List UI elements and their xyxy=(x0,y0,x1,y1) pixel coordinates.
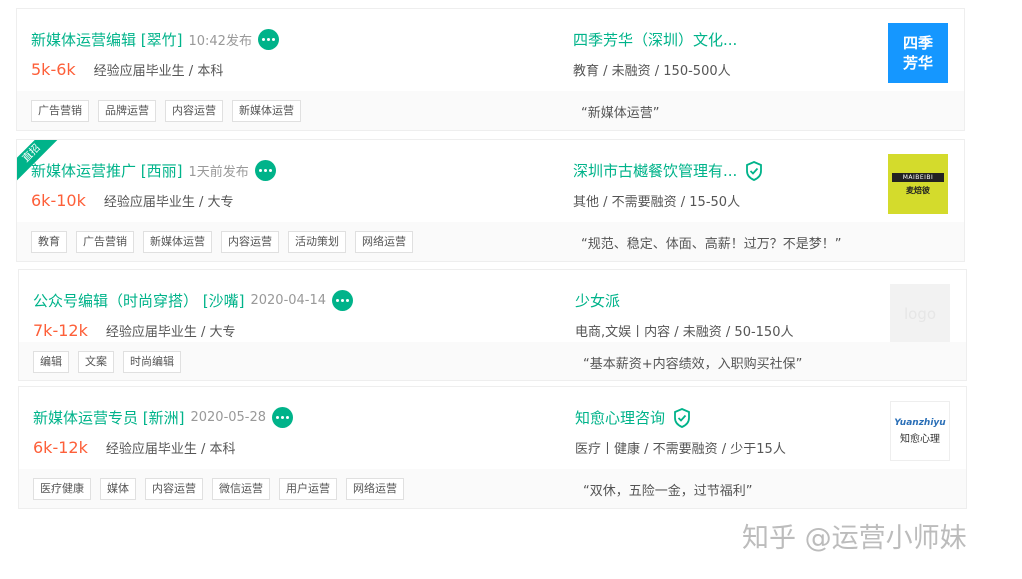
watermark: 知乎 @运营小师妹 xyxy=(742,523,967,554)
company-advantage: “规范、稳定、体面、高薪！过万？不是梦！” xyxy=(581,237,842,252)
tag-list: 广告营销 品牌运营 内容运营 新媒体运营 xyxy=(31,100,301,122)
job-title-link[interactable]: 新媒体运营推广 [西丽] xyxy=(31,160,182,181)
job-tag: 文案 xyxy=(78,351,114,373)
job-title-link[interactable]: 新媒体运营编辑 [翠竹] xyxy=(31,29,182,50)
salary: 6k-10k xyxy=(31,191,86,210)
requirements: 经验应届毕业生 / 大专 xyxy=(105,325,236,340)
company-meta: 医疗丨健康 / 不需要融资 / 少于15人 xyxy=(575,442,786,457)
post-time: 2020-05-28 xyxy=(190,410,267,425)
job-tag: 教育 xyxy=(31,231,67,253)
company-name-link[interactable]: 少女派 xyxy=(575,290,620,311)
company-name-link[interactable]: 知愈心理咨询 xyxy=(575,407,665,428)
salary: 7k-12k xyxy=(33,321,88,340)
job-tag: 品牌运营 xyxy=(98,100,156,122)
verified-shield-icon xyxy=(745,160,763,181)
job-tag: 广告营销 xyxy=(31,100,89,122)
company-advantage: “基本薪资+内容绩效，入职购买社保” xyxy=(583,357,803,372)
job-card[interactable]: 新媒体运营编辑 [翠竹] 10:42发布 5k-6k 经验应届毕业生 / 本科 … xyxy=(16,8,965,131)
salary: 5k-6k xyxy=(31,60,76,79)
job-tag: 医疗健康 xyxy=(33,478,91,500)
job-tag: 内容运营 xyxy=(165,100,223,122)
requirements: 经验应届毕业生 / 本科 xyxy=(105,442,236,457)
company-meta: 电商,文娱丨内容 / 未融资 / 50-150人 xyxy=(575,325,794,340)
job-title-link[interactable]: 新媒体运营专员 [新洲] xyxy=(33,407,184,428)
job-tag: 活动策划 xyxy=(288,231,346,253)
company-name-link[interactable]: 四季芳华（深圳）文化... xyxy=(573,29,737,50)
job-tag: 时尚编辑 xyxy=(123,351,181,373)
tag-list: 医疗健康 媒体 内容运营 微信运营 用户运营 网络运营 xyxy=(33,478,404,500)
job-tag: 新媒体运营 xyxy=(232,100,301,122)
job-card[interactable]: 新媒体运营专员 [新洲] 2020-05-28 6k-12k 经验应届毕业生 /… xyxy=(18,386,967,509)
company-name-link[interactable]: 深圳市古樾餐饮管理有... xyxy=(573,160,737,181)
chat-icon[interactable] xyxy=(254,160,276,181)
job-tag: 广告营销 xyxy=(76,231,134,253)
job-tag: 编辑 xyxy=(33,351,69,373)
job-tag: 内容运营 xyxy=(221,231,279,253)
company-logo[interactable]: Yuanzhiyu 知愈心理 xyxy=(890,401,950,461)
job-card[interactable]: 直招 新媒体运营推广 [西丽] 1天前发布 6k-10k 经验应届毕业生 / 大… xyxy=(16,139,965,262)
job-tag: 用户运营 xyxy=(279,478,337,500)
job-tag: 微信运营 xyxy=(212,478,270,500)
job-tag: 内容运营 xyxy=(145,478,203,500)
chat-icon[interactable] xyxy=(257,29,279,50)
company-advantage: “新媒体运营” xyxy=(581,106,660,121)
job-tag: 新媒体运营 xyxy=(143,231,212,253)
post-time: 10:42发布 xyxy=(188,34,252,49)
chat-icon[interactable] xyxy=(332,290,354,311)
company-logo[interactable]: logo xyxy=(890,284,950,344)
post-time: 1天前发布 xyxy=(188,165,249,180)
job-card[interactable]: 公众号编辑（时尚穿搭） [沙嘴] 2020-04-14 7k-12k 经验应届毕… xyxy=(18,269,967,381)
requirements: 经验应届毕业生 / 本科 xyxy=(93,64,224,79)
job-tag: 网络运营 xyxy=(346,478,404,500)
company-meta: 其他 / 不需要融资 / 15-50人 xyxy=(573,195,741,210)
company-advantage: “双休，五险一金，过节福利” xyxy=(583,484,753,499)
salary: 6k-12k xyxy=(33,438,88,457)
company-logo[interactable]: MAIBEIBI 麦焙彼 xyxy=(888,154,948,214)
post-time: 2020-04-14 xyxy=(250,293,327,308)
tag-list: 编辑 文案 时尚编辑 xyxy=(33,351,181,373)
job-tag: 媒体 xyxy=(100,478,136,500)
job-title-link[interactable]: 公众号编辑（时尚穿搭） [沙嘴] xyxy=(33,290,244,311)
job-tag: 网络运营 xyxy=(355,231,413,253)
company-meta: 教育 / 未融资 / 150-500人 xyxy=(573,64,731,79)
chat-icon[interactable] xyxy=(272,407,294,428)
tag-list: 教育 广告营销 新媒体运营 内容运营 活动策划 网络运营 xyxy=(31,231,413,253)
requirements: 经验应届毕业生 / 大专 xyxy=(103,195,234,210)
verified-shield-icon xyxy=(673,407,691,428)
company-logo[interactable]: 四季 芳华 xyxy=(888,23,948,83)
